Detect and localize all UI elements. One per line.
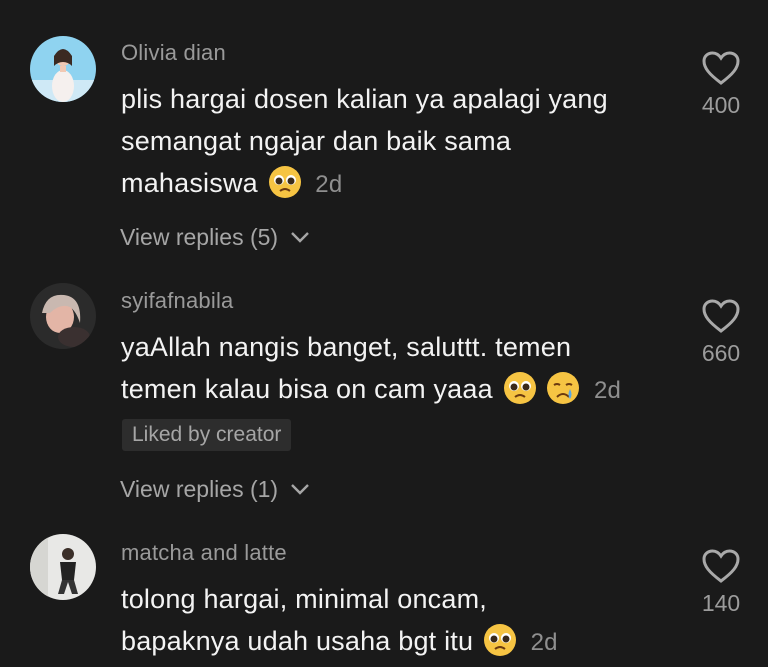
comment-text-line: tolong hargai, minimal oncam, [121,584,487,614]
liked-by-creator-badge: Liked by creator [122,419,292,451]
pleading-face-emoji [503,371,537,405]
comment-username[interactable]: matcha and latte [121,540,287,566]
comment-text-fragment: mahasiswa [121,168,258,198]
comment-text-line: mahasiswa 2d [121,162,681,206]
comment-age: 2d [530,629,558,656]
chevron-down-icon [291,484,310,495]
like-count: 660 [701,340,741,366]
comment-text: yaAllah nangis banget, saluttt. temen te… [121,326,681,412]
pleading-face-emoji [483,623,517,657]
comment-age: 2d [315,171,343,198]
avatar[interactable] [30,36,96,102]
avatar[interactable] [30,534,96,600]
like-count: 140 [701,590,741,616]
comment-text-line: plis hargai dosen kalian ya apalagi yang [121,84,608,114]
heart-outline-icon [702,549,740,583]
comment-age: 2d [593,377,622,404]
pleading-face-emoji [268,165,302,199]
chevron-down-icon [291,232,310,243]
like-count: 400 [701,92,741,118]
like-button[interactable]: 400 [690,50,752,119]
comment-username[interactable]: Olivia dian [121,40,226,66]
like-button[interactable]: 660 [690,298,752,367]
comment-text-line: yaAllah nangis banget, saluttt. temen [121,332,572,362]
view-replies-label: View replies (1) [120,476,279,502]
heart-outline-icon [702,299,740,333]
avatar[interactable] [30,283,96,349]
like-button[interactable]: 140 [690,548,752,617]
view-replies-label: View replies (5) [120,224,279,250]
view-replies-button[interactable]: View replies (1) [120,476,310,503]
comment-text: plis hargai dosen kalian ya apalagi yang… [121,78,681,206]
comment-text-fragment: bapaknya udah usaha bgt itu [121,626,474,656]
comment-text-line: temen kalau bisa on cam yaaa 2d [121,368,681,412]
comment-username[interactable]: syifafnabila [121,288,233,314]
comment-text: tolong hargai, minimal oncam, bapaknya u… [121,578,681,664]
comment-text-line: semangat ngajar dan baik sama [121,126,512,156]
view-replies-button[interactable]: View replies (5) [120,224,310,251]
crying-face-emoji [546,371,580,405]
heart-outline-icon [702,51,740,85]
comment-text-fragment: temen kalau bisa on cam yaaa [121,374,493,404]
comment-text-line: bapaknya udah usaha bgt itu 2d [121,620,681,664]
